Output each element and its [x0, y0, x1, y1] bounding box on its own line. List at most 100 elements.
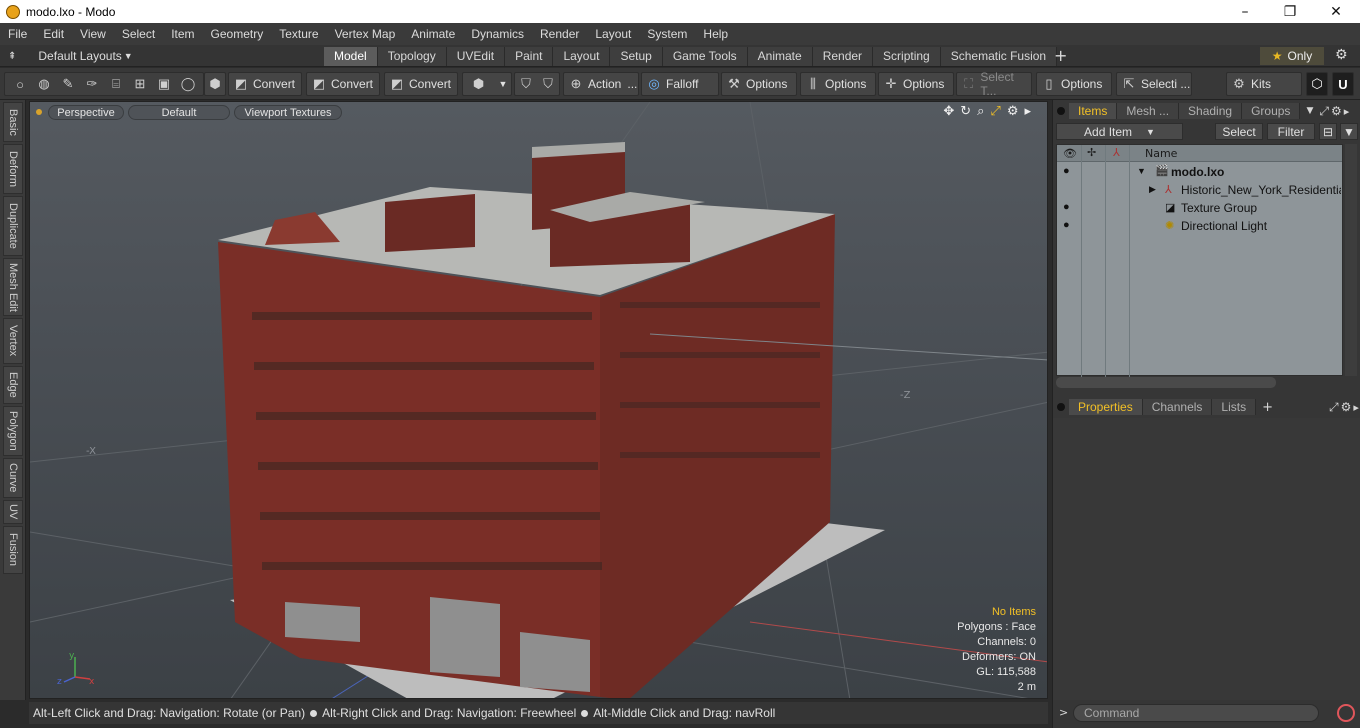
gear-icon[interactable]: ⚙: [1007, 104, 1019, 119]
panel-menu-dot[interactable]: [1057, 107, 1065, 115]
funnel-icon[interactable]: ▼: [1340, 123, 1358, 140]
menu-edit[interactable]: Edit: [35, 27, 72, 41]
options-button-3[interactable]: ✛ Options: [878, 72, 954, 96]
add-tab-icon[interactable]: +: [1262, 400, 1273, 415]
tab-groups[interactable]: Groups: [1242, 103, 1301, 119]
command-input[interactable]: Command: [1073, 704, 1319, 722]
name-column-header[interactable]: Name: [1145, 147, 1177, 160]
convert-button-3[interactable]: ◩ Convert: [384, 72, 458, 96]
tab-fusion[interactable]: Fusion: [3, 526, 23, 574]
gear-icon[interactable]: ⚙: [1341, 400, 1352, 414]
filter-button[interactable]: Filter: [1267, 123, 1315, 140]
tab-animate[interactable]: Animate: [747, 47, 813, 66]
menu-geometry[interactable]: Geometry: [203, 27, 272, 41]
maximize-view-icon[interactable]: ⤢: [990, 104, 1000, 119]
collapse-icon[interactable]: ⇞: [8, 51, 16, 62]
add-tab-icon[interactable]: +: [1054, 46, 1067, 65]
tree-row-scene[interactable]: ● ▼ 🎬 modo.lxo: [1057, 163, 1342, 181]
tree-row-texture-group[interactable]: ● ◪ Texture Group: [1057, 199, 1342, 217]
tab-duplicate[interactable]: Duplicate: [3, 196, 23, 256]
unity-icon[interactable]: ⬡: [1306, 72, 1328, 96]
move-view-icon[interactable]: ✥: [943, 104, 954, 119]
menu-vertex-map[interactable]: Vertex Map: [327, 27, 404, 41]
menu-render[interactable]: Render: [532, 27, 587, 41]
symmetry-dropdown[interactable]: ⬢ ▼: [462, 72, 512, 96]
menu-animate[interactable]: Animate: [403, 27, 463, 41]
minimize-button[interactable]: –: [1222, 0, 1268, 23]
shield-alt-icon[interactable]: ⛉: [541, 76, 555, 92]
options-button-2[interactable]: ⫼ Options: [800, 72, 876, 96]
options-button-4[interactable]: ▯ Options: [1036, 72, 1112, 96]
tab-shading[interactable]: Shading: [1179, 103, 1243, 119]
tab-items[interactable]: Items: [1069, 103, 1118, 119]
visibility-eye-icon[interactable]: ●: [1063, 165, 1070, 177]
menu-view[interactable]: View: [72, 27, 114, 41]
pen-icon[interactable]: ✎: [60, 76, 76, 92]
texture-dropdown[interactable]: Viewport Textures: [234, 105, 342, 120]
tab-model[interactable]: Model: [324, 47, 378, 66]
tab-setup[interactable]: Setup: [610, 47, 663, 66]
expand-arrow-icon[interactable]: ▼: [1137, 166, 1146, 176]
menu-help[interactable]: Help: [695, 27, 736, 41]
tab-polygon[interactable]: Polygon: [3, 406, 23, 456]
panel-menu-dot[interactable]: [1057, 403, 1065, 411]
close-button[interactable]: ✕: [1313, 0, 1359, 23]
tab-basic[interactable]: Basic: [3, 102, 23, 142]
play-arrow-icon[interactable]: ▸: [1344, 105, 1350, 118]
chevron-down-icon[interactable]: ▼: [1306, 106, 1313, 116]
menu-select[interactable]: Select: [114, 27, 163, 41]
visibility-eye-icon[interactable]: ●: [1063, 201, 1070, 213]
tab-schematic-fusion[interactable]: Schematic Fusion: [940, 47, 1058, 66]
perspective-dropdown[interactable]: Perspective: [48, 105, 124, 120]
tab-vertex[interactable]: Vertex: [3, 318, 23, 364]
shading-dropdown[interactable]: Default: [128, 105, 230, 120]
menu-item[interactable]: Item: [163, 27, 202, 41]
gear-icon[interactable]: ⚙: [1335, 47, 1348, 63]
kits-button[interactable]: ⚙ Kits: [1226, 72, 1302, 96]
options-button-1[interactable]: ⚒ Options: [721, 72, 797, 96]
circle-icon[interactable]: ◯: [180, 76, 196, 92]
items-tree-scrollbar[interactable]: [1345, 144, 1357, 376]
unreal-icon[interactable]: U: [1332, 72, 1354, 96]
tab-edge[interactable]: Edge: [3, 366, 23, 404]
brush-icon[interactable]: ✑: [84, 76, 100, 92]
select-button[interactable]: Select: [1215, 123, 1263, 140]
tab-render[interactable]: Render: [812, 47, 874, 66]
tab-uv[interactable]: UV: [3, 500, 23, 524]
layouts-dropdown[interactable]: ⇞ Default Layouts ▼: [8, 47, 133, 65]
tab-topology[interactable]: Topology: [377, 47, 447, 66]
menu-dynamics[interactable]: Dynamics: [463, 27, 532, 41]
tab-mesh[interactable]: Mesh ...: [1117, 103, 1180, 119]
menu-system[interactable]: System: [639, 27, 695, 41]
tree-row-mesh[interactable]: ▶ ⅄ Historic_New_York_Residential...: [1057, 181, 1342, 199]
tab-layout[interactable]: Layout: [553, 47, 611, 66]
gear-icon[interactable]: ⚙: [1331, 104, 1342, 118]
add-item-button[interactable]: Add Item ▼: [1056, 123, 1183, 140]
tree-row-directional-light[interactable]: ● ✺ Directional Light: [1057, 217, 1342, 235]
tab-scripting[interactable]: Scripting: [873, 47, 941, 66]
tab-mesh-edit[interactable]: Mesh Edit: [3, 258, 23, 316]
item-mode-button[interactable]: ⬢: [204, 72, 226, 96]
visibility-eye-icon[interactable]: ●: [1063, 219, 1070, 231]
polygon-mode-icon[interactable]: ▣: [156, 76, 172, 92]
tab-deform[interactable]: Deform: [3, 144, 23, 194]
play-arrow-icon[interactable]: ▸: [1024, 104, 1031, 119]
action-center-button[interactable]: ⊕ Action...: [563, 72, 639, 96]
convert-button-2[interactable]: ◩ Convert: [306, 72, 380, 96]
play-arrow-icon[interactable]: ▸: [1353, 401, 1359, 414]
tab-paint[interactable]: Paint: [505, 47, 554, 66]
tab-properties[interactable]: Properties: [1069, 399, 1143, 415]
bridge-icon[interactable]: ⌸: [108, 76, 124, 92]
maximize-button[interactable]: ❐: [1267, 0, 1313, 23]
shield-icon[interactable]: ⛉: [519, 76, 533, 92]
3d-viewport[interactable]: y x z -X -Z Perspective Default Viewport…: [29, 101, 1048, 699]
expand-arrow-icon[interactable]: ▶: [1149, 184, 1156, 195]
rotate-view-icon[interactable]: ↻: [960, 104, 971, 119]
convert-button-1[interactable]: ◩ Convert: [228, 72, 302, 96]
grid-icon[interactable]: ⊞: [132, 76, 148, 92]
tab-uvedit[interactable]: UVEdit: [446, 47, 506, 66]
selection-sets-button[interactable]: ⇱ Selecti ...: [1116, 72, 1192, 96]
record-icon[interactable]: [1337, 704, 1355, 722]
tab-game-tools[interactable]: Game Tools: [662, 47, 748, 66]
zoom-view-icon[interactable]: ⌕: [977, 104, 984, 119]
